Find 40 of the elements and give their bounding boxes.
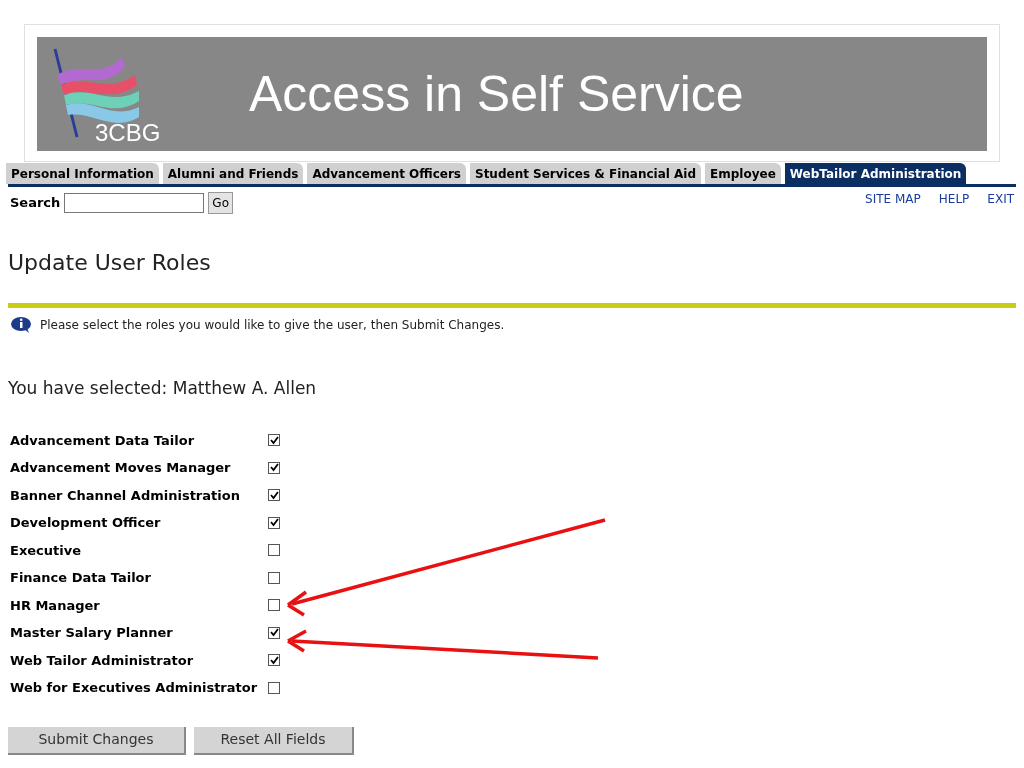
role-checkbox[interactable] <box>268 489 280 502</box>
role-checkbox[interactable] <box>268 654 280 667</box>
role-label: Development Officer <box>10 514 162 532</box>
role-checkbox[interactable] <box>268 626 280 639</box>
form-button[interactable]: Submit Changes <box>8 726 186 755</box>
role-label: Finance Data Tailor <box>10 569 152 587</box>
tab[interactable]: Personal Information <box>6 163 159 184</box>
page-title: Update User Roles <box>8 249 212 277</box>
tab[interactable]: Advancement Officers <box>307 163 466 184</box>
nav-link[interactable]: EXIT <box>987 190 1014 208</box>
role-label: Web for Executives Administrator <box>10 679 259 697</box>
role-checkbox[interactable] <box>268 516 280 529</box>
info-icon <box>10 316 34 334</box>
logo-text: 3CBG <box>95 118 161 148</box>
role-label: Executive <box>10 541 82 560</box>
role-checkbox[interactable] <box>268 544 280 557</box>
role-checkbox[interactable] <box>268 461 280 474</box>
role-label: Master Salary Planner <box>10 624 174 642</box>
role-label: Advancement Moves Manager <box>10 459 232 477</box>
role-checkbox[interactable] <box>268 571 280 584</box>
slide-title: Access in Self Service <box>249 64 744 124</box>
selected-user: You have selected: Matthew A. Allen <box>8 377 318 400</box>
search-field[interactable] <box>64 193 205 213</box>
role-label: Web Tailor Administrator <box>10 651 195 670</box>
go-button[interactable]: Go <box>208 192 233 214</box>
tab[interactable]: Student Services & Financial Aid <box>470 163 702 184</box>
tab[interactable]: WebTailor Administration <box>784 163 967 184</box>
role-checkbox[interactable] <box>268 681 280 694</box>
tab[interactable]: Alumni and Friends <box>162 163 304 184</box>
role-checkbox[interactable] <box>268 434 280 447</box>
search-label: Search <box>10 194 61 213</box>
nav-link[interactable]: SITE MAP <box>865 190 921 208</box>
role-label: Advancement Data Tailor <box>10 431 196 450</box>
role-label: Banner Channel Administration <box>10 486 241 505</box>
role-checkbox[interactable] <box>268 599 280 612</box>
tab[interactable]: Employee <box>705 163 781 184</box>
info-text: Please select the roles you would like to give the user, then Submit Changes. <box>40 317 505 334</box>
form-button[interactable]: Reset All Fields <box>194 726 354 755</box>
role-label: HR Manager <box>10 596 101 615</box>
nav-link[interactable]: HELP <box>938 190 970 208</box>
